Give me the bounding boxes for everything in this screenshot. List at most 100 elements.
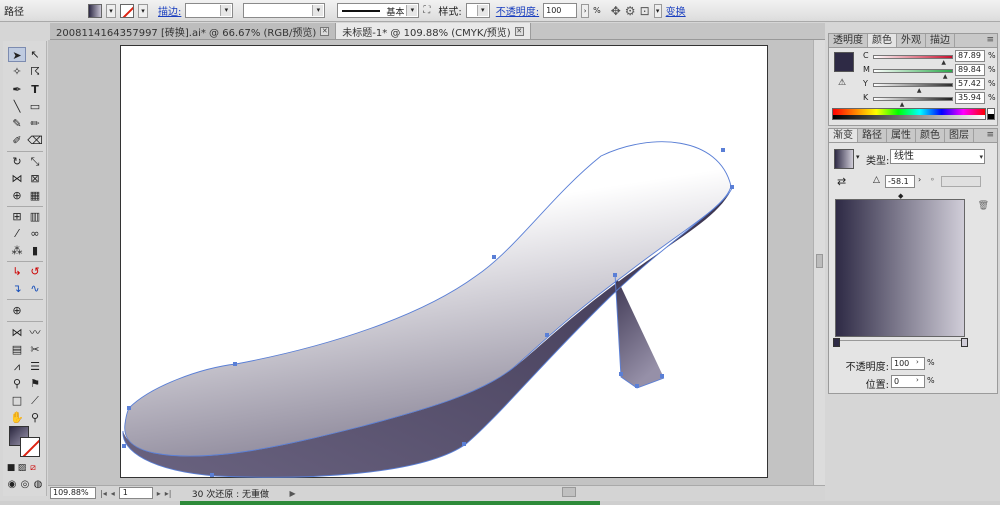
anchor-point[interactable] — [210, 473, 214, 477]
aspect-ratio-input[interactable] — [941, 176, 981, 187]
options-icon[interactable]: ⛶ — [423, 5, 430, 16]
anchor-point[interactable] — [492, 255, 496, 259]
channel-slider[interactable] — [873, 69, 953, 73]
angle-input[interactable]: -58.1 — [885, 175, 915, 188]
location-input[interactable]: 0 — [891, 375, 925, 388]
anchor-point[interactable] — [462, 442, 466, 446]
gradient-mode-icon[interactable]: ▨ — [17, 461, 27, 476]
variable-width-dropdown[interactable]: ▾ — [243, 3, 326, 18]
convert-anchor-tool-icon[interactable]: ↴ — [8, 281, 26, 296]
perspective-grid-tool-icon[interactable]: ▦ — [26, 188, 44, 203]
tab-pathfinder[interactable]: 路径 — [858, 129, 887, 142]
last-page-icon[interactable]: ▸| — [165, 489, 172, 498]
stroke-weight-dropdown[interactable]: ▾ — [185, 3, 234, 18]
stroke-color-box[interactable] — [20, 437, 40, 457]
tab-document-1[interactable]: 2008114164357997 [砖换].ai* @ 66.67% (RGB/… — [50, 23, 337, 39]
free-transform-tool-icon[interactable]: ⊠ — [26, 171, 44, 186]
align-icon[interactable]: ⊡ — [640, 4, 650, 18]
crop-tool-icon[interactable]: □ — [8, 393, 26, 408]
zigzag-tool-icon[interactable]: ⩘ — [8, 359, 26, 374]
shape-builder-tool-icon[interactable]: ⊕ — [8, 188, 26, 203]
channel-value-input[interactable]: 57.42 — [955, 78, 985, 90]
tab-appearance[interactable]: 外观 — [897, 34, 926, 47]
magic-wand-tool-icon[interactable]: ✧ — [8, 64, 26, 79]
eraser-tool-icon[interactable]: ⌫ — [26, 133, 44, 148]
opacity-link[interactable]: 不透明度: — [496, 3, 539, 18]
close-icon[interactable]: ✕ — [514, 26, 524, 36]
anchor-point[interactable] — [721, 148, 725, 152]
anchor-point[interactable] — [233, 362, 237, 366]
close-icon[interactable]: ✕ — [320, 26, 330, 36]
opacity-arrow-icon[interactable]: › — [581, 3, 590, 18]
none-mode-icon[interactable]: ⧄ — [28, 461, 38, 476]
pencil-tool-icon[interactable]: ✏ — [26, 116, 44, 131]
channel-value-input[interactable]: 35.94 — [955, 92, 985, 104]
mesh-tool-icon[interactable]: ⊞ — [8, 209, 26, 224]
curvature-tool-icon[interactable]: ↺ — [26, 264, 44, 279]
tab-layers[interactable]: 图层 — [945, 129, 974, 142]
location-arrow-icon[interactable]: › — [916, 376, 919, 384]
live-paint-tool-icon[interactable]: ⚲ — [8, 376, 26, 391]
rotate-tool-icon[interactable]: ↻ — [8, 154, 26, 169]
fill-dropdown-icon[interactable]: ▾ — [106, 3, 116, 18]
trash-icon[interactable]: 🗑 — [978, 201, 989, 211]
tab-gradient[interactable]: 渐变 — [829, 129, 858, 142]
envelope-tool-icon[interactable]: ⋈ — [8, 325, 26, 340]
recolor-icon[interactable]: ✥ — [611, 4, 621, 18]
stroke-dropdown-icon[interactable]: ▾ — [138, 3, 148, 18]
anchor-point[interactable] — [730, 185, 734, 189]
angle-arrow-icon[interactable]: › — [918, 175, 921, 184]
tab-attributes[interactable]: 属性 — [887, 129, 916, 142]
draw-inside-icon[interactable]: ◍ — [32, 477, 44, 492]
reverse-gradient-icon[interactable]: ⇄ — [837, 175, 846, 188]
selection-tool-icon[interactable]: ➤ — [8, 47, 26, 62]
hand-tool-icon[interactable]: ✋ — [8, 410, 26, 425]
vertical-scrollbar[interactable] — [813, 40, 825, 485]
line-tool-icon[interactable]: ╲ — [8, 99, 26, 114]
knife-tool-icon[interactable]: ⟋ — [26, 393, 44, 408]
gradient-swatch[interactable] — [834, 149, 854, 169]
opacity-input[interactable]: 100 — [891, 357, 925, 370]
first-page-icon[interactable]: |◂ — [100, 489, 107, 498]
artboard-tool-icon[interactable]: ▤ — [8, 342, 26, 357]
gradient-tool-icon[interactable]: ▥ — [26, 209, 44, 224]
scale-tool-icon[interactable]: ⤡ — [26, 154, 44, 169]
tab-transparency[interactable]: 透明度 — [829, 34, 868, 47]
graphic-style-dropdown[interactable]: ▾ — [465, 3, 490, 18]
align-dropdown-icon[interactable]: ▾ — [653, 3, 662, 18]
anchor-point[interactable] — [660, 374, 664, 378]
artboard[interactable] — [120, 45, 768, 478]
anchor-point[interactable] — [122, 444, 126, 448]
zoom-tool-icon[interactable]: ⚲ — [26, 410, 44, 425]
warp-tool-icon[interactable]: 〰 — [26, 325, 44, 340]
horizontal-scrollbar-thumb[interactable] — [562, 487, 576, 497]
column-graph-tool-icon[interactable]: ▮ — [26, 243, 44, 258]
gradient-slider[interactable] — [835, 340, 965, 345]
blend-tool-icon[interactable]: ∞ — [26, 226, 44, 241]
draw-behind-icon[interactable]: ◎ — [19, 477, 31, 492]
scrollbar-thumb[interactable] — [816, 254, 823, 268]
add-anchor-tool-icon[interactable]: ↳ — [8, 264, 26, 279]
anchor-point[interactable] — [127, 406, 131, 410]
blob-brush-tool-icon[interactable]: ✐ — [8, 133, 26, 148]
stroke-swatch[interactable] — [120, 3, 134, 18]
page-input[interactable]: 1 — [118, 487, 153, 499]
gradient-type-select[interactable]: 线性 ▾ — [890, 149, 985, 164]
paintbrush-tool-icon[interactable]: ✎ — [8, 116, 26, 131]
panel-menu-icon[interactable]: ≡ — [986, 130, 994, 140]
slice-tool-icon[interactable]: ✂ — [26, 342, 44, 357]
smooth-tool-icon[interactable]: ∿ — [26, 281, 44, 296]
status-menu-icon[interactable]: ▶ — [289, 489, 295, 498]
tab-color[interactable]: 颜色 — [868, 34, 897, 47]
symbol-sprayer-tool-icon[interactable]: ⁂ — [8, 243, 26, 258]
lasso-tool-icon[interactable]: ☈ — [26, 64, 44, 79]
tab-document-2[interactable]: 未标题-1* @ 109.88% (CMYK/预览) ✕ — [336, 23, 531, 39]
eyedropper-tool-icon[interactable]: ⁄ — [8, 226, 26, 241]
color-mode-icon[interactable]: ■ — [6, 461, 16, 476]
stroke-link[interactable]: 描边: — [158, 3, 181, 18]
chevron-down-icon[interactable]: ▾ — [856, 153, 860, 161]
transform-link[interactable]: 变换 — [666, 3, 686, 18]
opacity-arrow-icon[interactable]: › — [916, 358, 919, 366]
pen-tool-icon[interactable]: ✒ — [8, 82, 26, 97]
direct-selection-tool-icon[interactable]: ↖ — [26, 47, 44, 62]
